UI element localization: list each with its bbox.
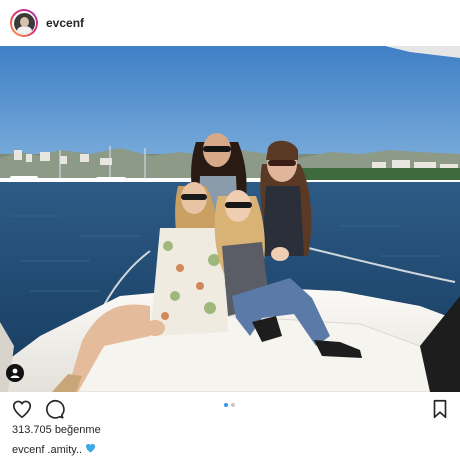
caption-username[interactable]: evcenf [12,444,44,456]
comment-bubble-icon[interactable] [43,398,65,420]
avatar-image [13,12,35,34]
caption-text: .amity.. [47,443,83,456]
like-heart-icon[interactable] [11,398,33,420]
post-actions [0,395,460,423]
post-caption: evcenf .amity.. [12,443,96,456]
avatar-border [12,11,36,35]
carousel-dot-active [224,403,228,407]
instagram-post: evcenf 313.705 beğenme evcenf .amity.. [0,0,460,459]
likes-count[interactable]: 313.705 beğenme [12,424,101,436]
post-header: evcenf [0,0,460,46]
carousel-dot [231,403,235,407]
tagged-user-icon[interactable] [6,364,24,382]
post-photo[interactable] [0,46,460,392]
profile-avatar[interactable] [10,9,38,37]
header-username[interactable]: evcenf [46,16,84,30]
blue-heart-icon [85,443,96,456]
carousel-indicator [224,403,235,407]
save-bookmark-icon[interactable] [430,398,452,420]
